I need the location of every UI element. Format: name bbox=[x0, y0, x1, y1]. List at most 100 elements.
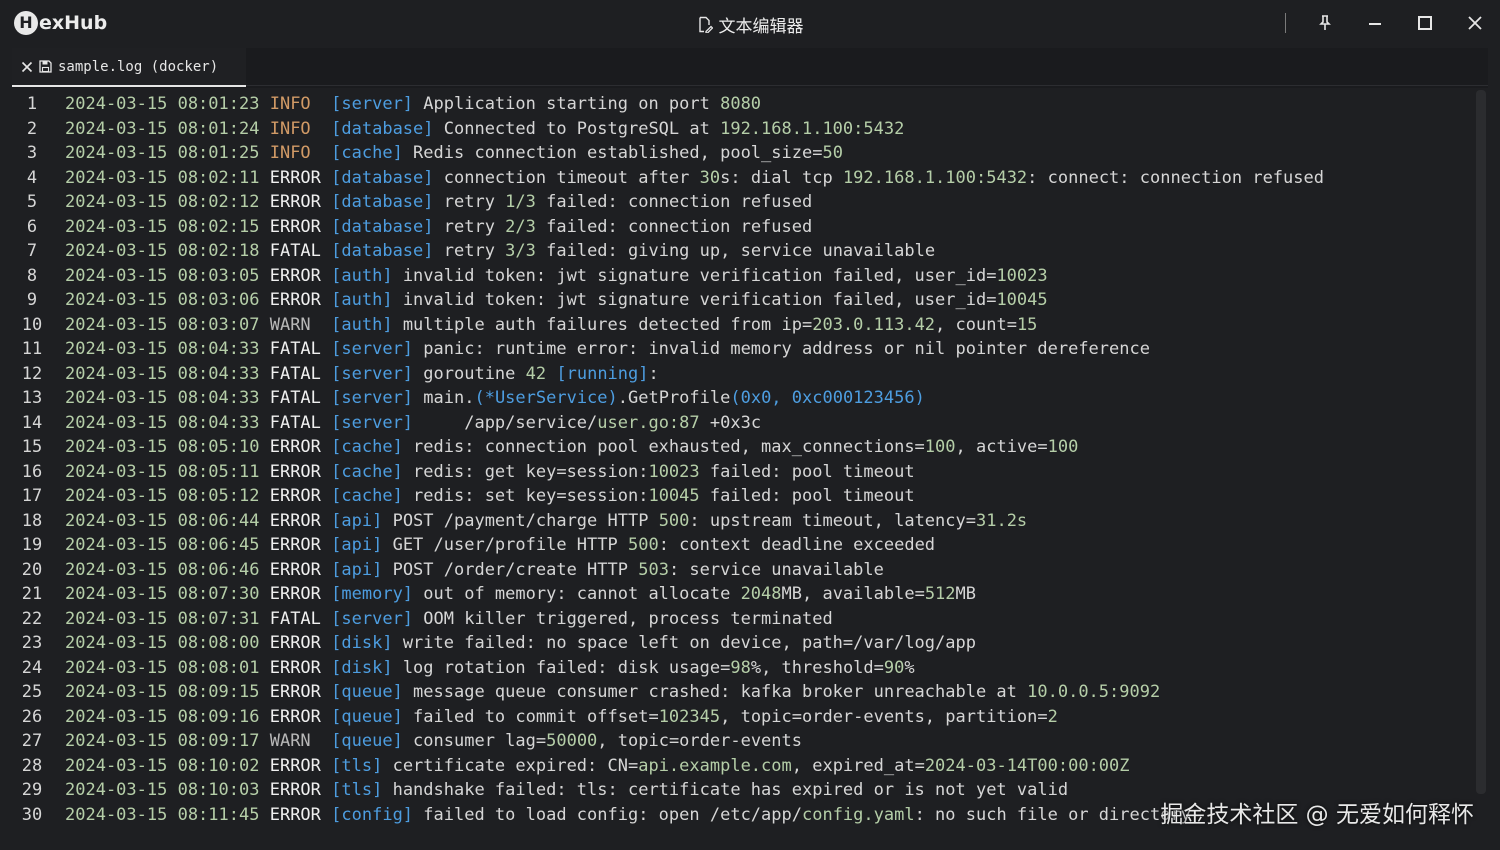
maximize-button[interactable] bbox=[1400, 0, 1450, 46]
line-number: 24 bbox=[21, 657, 43, 678]
code-line: 2 2024-03-15 08:01:24 INFO [database] Con… bbox=[12, 117, 1472, 142]
token: out of memory: cannot allocate bbox=[413, 584, 741, 604]
token: [auth] bbox=[331, 314, 393, 335]
code-line: 12 2024-03-15 08:04:33 FATAL [server] gor… bbox=[12, 362, 1472, 387]
code-line: 15 2024-03-15 08:05:10 ERROR [cache] redi… bbox=[12, 435, 1472, 460]
token: [auth] bbox=[331, 265, 393, 286]
line-content: 2024-03-15 08:01:24 INFO [database] Conn… bbox=[65, 117, 904, 142]
code-line: 17 2024-03-15 08:05:12 ERROR [cache] redi… bbox=[12, 484, 1472, 509]
token: : service unavailable bbox=[668, 559, 884, 580]
line-number: 16 bbox=[21, 461, 43, 482]
line-content: 2024-03-15 08:06:46 ERROR [api] POST /or… bbox=[65, 558, 884, 583]
code-line: 24 2024-03-15 08:08:01 ERROR [disk] log r… bbox=[12, 656, 1472, 681]
token: 192.168.1.100:5432 bbox=[720, 118, 905, 139]
line-content: 2024-03-15 08:10:03 ERROR [tls] handshak… bbox=[65, 778, 1068, 803]
line-content: 2024-03-15 08:01:23 INFO [server] Applic… bbox=[65, 92, 761, 117]
line-number: 27 bbox=[21, 731, 43, 751]
file-edit-icon bbox=[698, 16, 713, 33]
line-content: 2024-03-15 08:02:18 FATAL [database] ret… bbox=[65, 239, 935, 264]
code-line: 28 2024-03-15 08:10:02 ERROR [tls] certif… bbox=[12, 754, 1472, 779]
tab-sample-log[interactable]: sample.log (docker) bbox=[12, 48, 246, 87]
token: ERROR bbox=[269, 804, 321, 825]
token: main. bbox=[413, 388, 475, 408]
token: Connected to PostgreSQL at bbox=[433, 118, 721, 139]
token: 2024-03-15 08:04:33 bbox=[65, 339, 260, 359]
line-content: 2024-03-15 08:03:06 ERROR [auth] invalid… bbox=[65, 288, 1048, 313]
token: ERROR bbox=[269, 167, 321, 188]
token: FATAL bbox=[269, 363, 321, 384]
token: [database] bbox=[331, 167, 434, 188]
token: 192.168.1.100:5432 bbox=[842, 167, 1028, 188]
token: redis: get key=session: bbox=[402, 461, 649, 482]
token: 2048 bbox=[740, 584, 782, 604]
token: failed to commit offset= bbox=[402, 706, 659, 727]
token: FATAL bbox=[269, 388, 321, 408]
token: [server] bbox=[331, 412, 414, 433]
token: ERROR bbox=[269, 780, 321, 800]
pin-button[interactable] bbox=[1300, 0, 1350, 46]
code-line: 9 2024-03-15 08:03:06 ERROR [auth] invali… bbox=[12, 288, 1472, 313]
token: invalid token: jwt signature verificatio… bbox=[392, 265, 997, 286]
close-icon bbox=[1468, 16, 1482, 30]
token: [api] bbox=[331, 559, 383, 580]
token: 2024-03-15 08:10:03 bbox=[65, 780, 260, 800]
token: failed: pool timeout bbox=[699, 486, 915, 506]
token: INFO bbox=[269, 94, 321, 114]
line-number: 23 bbox=[21, 633, 43, 653]
token: 2024-03-15 08:01:25 bbox=[65, 143, 260, 163]
token: , topic=order-events, partition= bbox=[720, 706, 1048, 727]
window-title: 文本编辑器 bbox=[0, 12, 1500, 37]
token: 2024-03-15 08:02:18 bbox=[65, 241, 260, 261]
vertical-scrollbar[interactable] bbox=[1476, 90, 1486, 794]
token: 10023 bbox=[648, 461, 700, 482]
token: 2024-03-15 08:04:33 bbox=[65, 388, 260, 408]
close-window-button[interactable] bbox=[1450, 0, 1500, 46]
token: 3/3 bbox=[505, 241, 536, 261]
token: 50000 bbox=[546, 731, 598, 751]
code-line: 22 2024-03-15 08:07:31 FATAL [server] OOM… bbox=[12, 607, 1472, 632]
token: [cache] bbox=[331, 486, 403, 506]
token: FATAL bbox=[269, 241, 321, 261]
token: ERROR bbox=[269, 510, 321, 531]
token: FATAL bbox=[269, 608, 321, 629]
token: 2024-03-15 08:07:30 bbox=[65, 584, 260, 604]
code-line: 3 2024-03-15 08:01:25 INFO [cache] Redis … bbox=[12, 141, 1472, 166]
minimize-button[interactable] bbox=[1350, 0, 1400, 46]
token: 2024-03-15 08:01:23 bbox=[65, 94, 260, 114]
tab-bar: sample.log (docker) bbox=[12, 48, 1488, 87]
line-number: 2 bbox=[26, 118, 38, 139]
token: INFO bbox=[269, 143, 321, 163]
token: % bbox=[904, 657, 915, 678]
token: FATAL bbox=[269, 339, 321, 359]
token: ERROR bbox=[269, 535, 321, 555]
tab-close-icon[interactable] bbox=[21, 61, 33, 73]
code-view[interactable]: 1 2024-03-15 08:01:23 INFO [server] Appli… bbox=[12, 88, 1488, 850]
token: 10045 bbox=[648, 486, 700, 506]
token: 2024-03-15 08:05:10 bbox=[65, 437, 260, 457]
token: [queue] bbox=[331, 731, 403, 751]
token: multiple auth failures detected from ip= bbox=[392, 314, 813, 335]
token: 10045 bbox=[996, 290, 1048, 310]
token: [disk] bbox=[331, 633, 393, 653]
line-content: 2024-03-15 08:06:45 ERROR [api] GET /use… bbox=[65, 533, 935, 558]
code-line: 13 2024-03-15 08:04:33 FATAL [server] mai… bbox=[12, 386, 1472, 411]
